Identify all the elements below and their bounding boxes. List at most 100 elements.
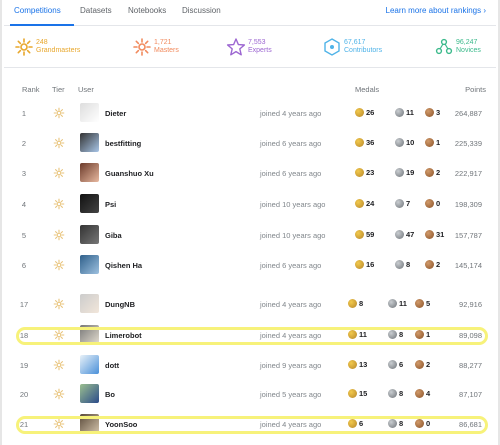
rank-number: 17 bbox=[19, 300, 29, 309]
novices-label: Novices bbox=[456, 47, 481, 54]
table-row[interactable]: 19 dott joined 9 years ago 13 6 2 88,277 bbox=[10, 352, 488, 378]
user-name[interactable]: Dieter bbox=[105, 109, 126, 118]
table-row[interactable]: 6 Qishen Ha joined 6 years ago 16 8 2 145,174 bbox=[10, 252, 488, 278]
avatar[interactable] bbox=[80, 163, 99, 182]
gold-medal-icon bbox=[355, 108, 364, 117]
contributors-label: Contributors bbox=[344, 47, 383, 54]
grandmaster-tier-icon bbox=[53, 359, 65, 371]
table-row[interactable]: 5 Giba joined 10 years ago 59 47 31 157,787 bbox=[10, 222, 488, 248]
gold-medal-icon bbox=[355, 168, 364, 177]
bronze-medal-count: 2 bbox=[436, 260, 441, 269]
novice-icon bbox=[435, 38, 453, 55]
joined-date: joined 6 years ago bbox=[260, 169, 322, 178]
bronze-medal-count: 2 bbox=[436, 168, 441, 177]
joined-date: joined 4 years ago bbox=[260, 300, 322, 309]
gold-medal-count: 24 bbox=[366, 199, 375, 208]
bronze-medal-count: 5 bbox=[426, 299, 431, 308]
joined-date: joined 10 years ago bbox=[260, 200, 326, 209]
bronze-medal-count: 0 bbox=[436, 199, 441, 208]
avatar[interactable] bbox=[80, 294, 99, 313]
gold-medal-count: 36 bbox=[366, 138, 375, 147]
points-value: 157,787 bbox=[454, 231, 482, 240]
gold-medal-icon bbox=[348, 299, 357, 308]
contributor-icon bbox=[324, 38, 340, 56]
table-row[interactable]: 1 Dieter joined 4 years ago 26 11 3 264,887 bbox=[10, 100, 488, 126]
bronze-medal-icon bbox=[425, 108, 434, 117]
user-name[interactable]: Guanshuo Xu bbox=[105, 169, 154, 178]
points-value: 222,917 bbox=[454, 169, 482, 178]
user-name[interactable]: Bo bbox=[105, 390, 115, 399]
avatar[interactable] bbox=[80, 133, 99, 152]
bronze-medal-icon bbox=[425, 260, 434, 269]
silver-medal-count: 8 bbox=[406, 260, 411, 269]
avatar[interactable] bbox=[80, 103, 99, 122]
learn-more-link[interactable]: Learn more about rankings › bbox=[386, 6, 487, 15]
user-name[interactable]: DungNB bbox=[105, 300, 135, 309]
bronze-medal-count: 31 bbox=[436, 230, 445, 239]
joined-date: joined 6 years ago bbox=[260, 139, 322, 148]
silver-medal-count: 7 bbox=[406, 199, 411, 208]
gold-medal-count: 13 bbox=[359, 360, 368, 369]
rank-number: 19 bbox=[19, 361, 29, 370]
silver-medal-icon bbox=[395, 108, 404, 117]
header-medals[interactable]: Medals bbox=[355, 85, 379, 94]
tab-notebooks[interactable]: Notebooks bbox=[128, 6, 166, 15]
gold-medal-icon bbox=[348, 389, 357, 398]
avatar[interactable] bbox=[80, 194, 99, 213]
user-name[interactable]: Psi bbox=[105, 200, 116, 209]
bronze-medal-icon bbox=[415, 360, 424, 369]
header-user[interactable]: User bbox=[78, 85, 94, 94]
user-name[interactable]: Giba bbox=[105, 231, 122, 240]
table-row[interactable]: 17 DungNB joined 4 years ago 8 11 5 92,916 bbox=[10, 291, 488, 317]
grandmasters-count: 248 bbox=[36, 39, 48, 46]
bronze-medal-count: 4 bbox=[426, 389, 431, 398]
user-name[interactable]: bestfitting bbox=[105, 139, 141, 148]
tab-competitions[interactable]: Competitions bbox=[14, 6, 61, 15]
experts-label: Experts bbox=[248, 47, 272, 54]
header-points[interactable]: Points bbox=[465, 85, 486, 94]
silver-medal-icon bbox=[395, 260, 404, 269]
avatar[interactable] bbox=[80, 384, 99, 403]
grandmaster-tier-icon bbox=[53, 259, 65, 271]
user-name[interactable]: dott bbox=[105, 361, 119, 370]
tier-summary: 248 Grandmasters 1,721 Masters 7,553 Exp… bbox=[4, 27, 496, 68]
header-rank[interactable]: Rank bbox=[22, 85, 40, 94]
table-row[interactable]: 3 Guanshuo Xu joined 6 years ago 23 19 2 222,9… bbox=[10, 160, 488, 186]
table-row[interactable]: 20 Bo joined 5 years ago 15 8 4 87,107 bbox=[10, 381, 488, 407]
table-row[interactable]: 2 bestfitting joined 6 years ago 36 10 1 225,3… bbox=[10, 130, 488, 156]
tab-datasets[interactable]: Datasets bbox=[80, 6, 112, 15]
avatar[interactable] bbox=[80, 225, 99, 244]
expert-icon bbox=[226, 38, 246, 56]
joined-date: joined 10 years ago bbox=[260, 231, 326, 240]
header-tier[interactable]: Tier bbox=[52, 85, 65, 94]
bronze-medal-icon bbox=[415, 299, 424, 308]
silver-medal-count: 11 bbox=[399, 299, 407, 308]
silver-medal-count: 6 bbox=[399, 360, 404, 369]
experts-count: 7,553 bbox=[248, 39, 266, 46]
rank-number: 2 bbox=[21, 139, 27, 148]
bronze-medal-icon bbox=[425, 168, 434, 177]
points-value: 92,916 bbox=[459, 300, 482, 309]
points-value: 88,277 bbox=[459, 361, 482, 370]
contributors-count: 67,617 bbox=[344, 39, 366, 46]
avatar[interactable] bbox=[80, 355, 99, 374]
masters-label: Masters bbox=[154, 47, 179, 54]
silver-medal-icon bbox=[395, 168, 404, 177]
points-value: 87,107 bbox=[459, 390, 482, 399]
silver-medal-count: 19 bbox=[406, 168, 415, 177]
gold-medal-count: 23 bbox=[366, 168, 375, 177]
gold-medal-icon bbox=[355, 138, 364, 147]
bronze-medal-icon bbox=[425, 199, 434, 208]
avatar[interactable] bbox=[80, 255, 99, 274]
highlight-row-18 bbox=[16, 327, 488, 345]
gold-medal-count: 8 bbox=[359, 299, 364, 308]
gold-medal-icon bbox=[355, 260, 364, 269]
gold-medal-icon bbox=[355, 230, 364, 239]
bronze-medal-icon bbox=[425, 138, 434, 147]
tab-discussion[interactable]: Discussion bbox=[182, 6, 221, 15]
points-value: 145,174 bbox=[454, 261, 482, 270]
table-row[interactable]: 4 Psi joined 10 years ago 24 7 0 198,309 bbox=[10, 191, 488, 217]
rank-number: 6 bbox=[21, 261, 27, 270]
user-name[interactable]: Qishen Ha bbox=[105, 261, 142, 270]
gold-medal-count: 16 bbox=[366, 260, 375, 269]
